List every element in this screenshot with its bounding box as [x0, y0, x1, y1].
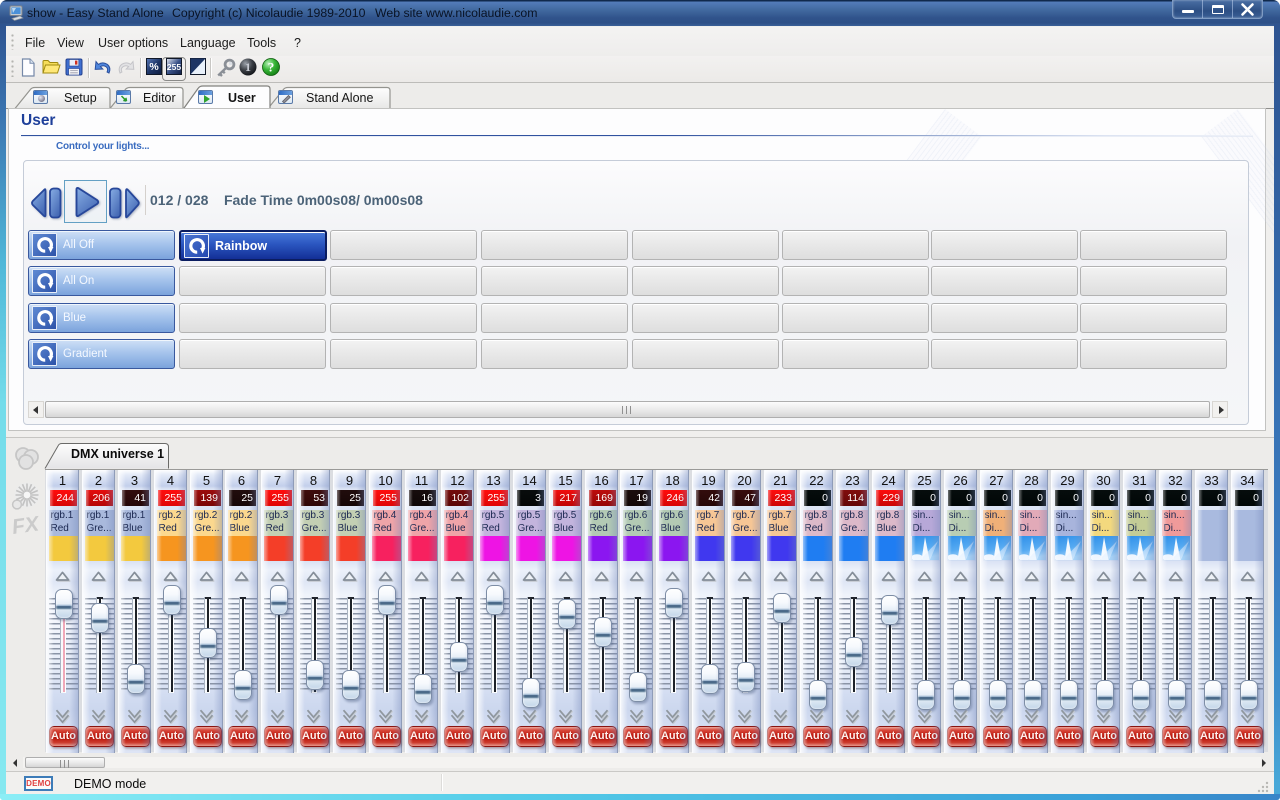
svg-text:%: %	[149, 61, 159, 73]
svg-text:FX: FX	[10, 512, 42, 539]
svg-text:1: 1	[245, 60, 251, 74]
svg-text:?: ?	[268, 60, 275, 75]
